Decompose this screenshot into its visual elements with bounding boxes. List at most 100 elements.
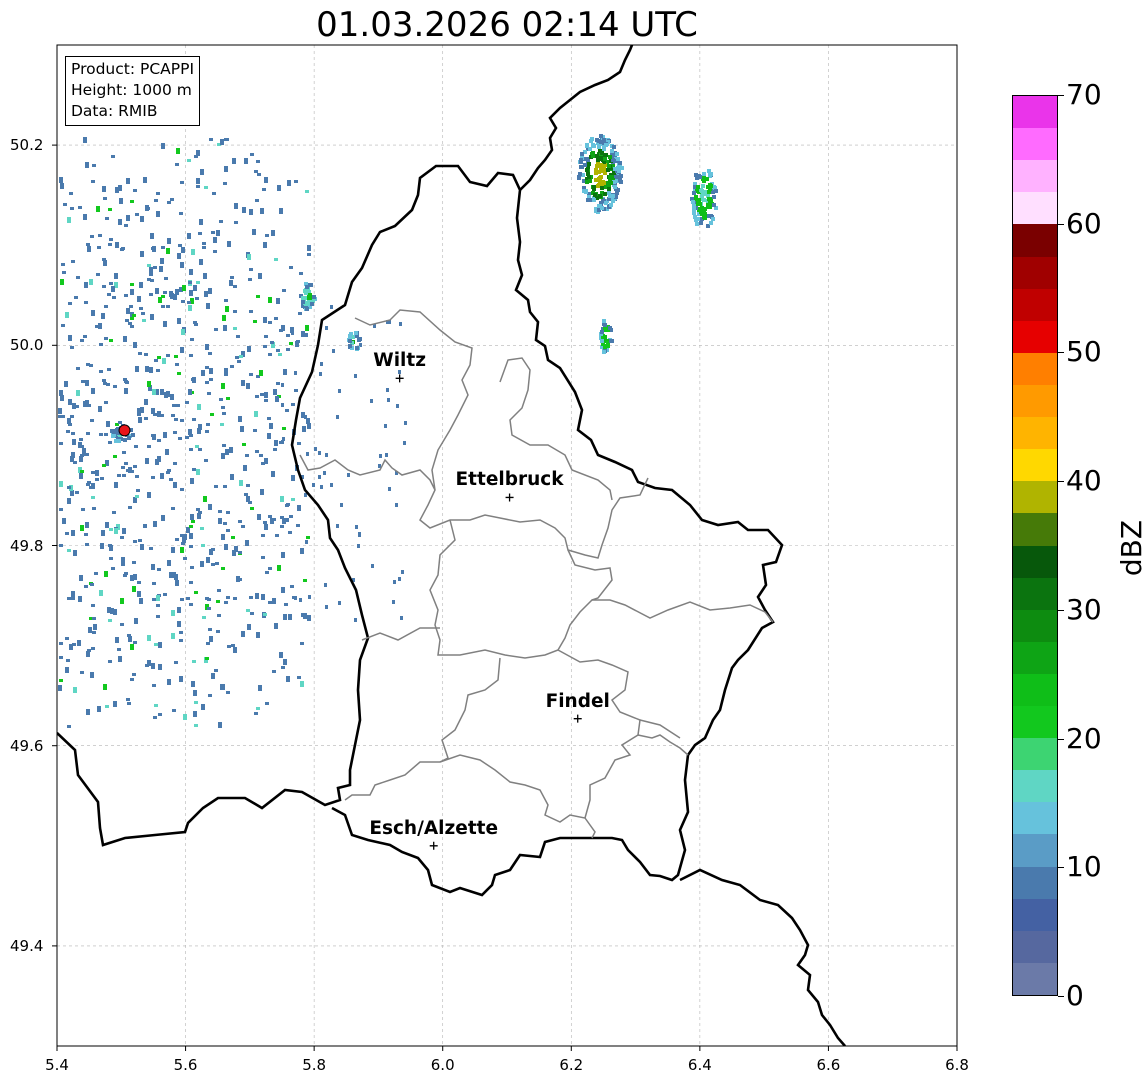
echo-cell: [272, 598, 276, 604]
echo-cell: [386, 388, 389, 392]
echo-cell: [199, 259, 203, 265]
echo-cell: [238, 578, 242, 581]
echo-cell: [286, 503, 290, 506]
echo-cell: [577, 175, 581, 179]
y-tick-label: 50.2: [10, 136, 44, 155]
echo-cell: [708, 205, 712, 209]
echo-cell: [98, 234, 102, 237]
echo-cell: [80, 470, 84, 473]
echo-cell: [84, 585, 88, 588]
echo-cell: [153, 521, 157, 527]
echo-cell: [122, 528, 126, 534]
echo-cell: [226, 596, 230, 599]
echo-cell: [126, 698, 130, 701]
echo-cell: [249, 596, 253, 599]
echo-cell: [221, 534, 225, 540]
echo-cell: [185, 401, 189, 404]
echo-cell: [64, 381, 68, 387]
echo-cell: [206, 642, 210, 645]
echo-cell: [188, 305, 192, 311]
echo-cell: [252, 229, 256, 235]
echo-cell: [70, 415, 74, 418]
echo-cell: [615, 175, 619, 179]
canton-borders: [299, 309, 774, 839]
echo-cell: [196, 185, 200, 188]
echo-cell: [203, 496, 207, 502]
echo-cell: [580, 152, 584, 156]
echo-cell: [233, 310, 237, 313]
echo-cell: [261, 462, 265, 465]
echo-cell: [287, 180, 291, 186]
colorbar-segment: [1013, 160, 1057, 192]
colorbar-segment: [1013, 802, 1057, 834]
echo-cell: [712, 203, 716, 207]
x-tick-label: 6.0: [430, 1056, 455, 1074]
echo-cell: [604, 201, 608, 205]
echo-cell: [140, 251, 144, 257]
echo-cell: [198, 232, 202, 235]
echo-cell: [384, 424, 387, 428]
echo-cell: [297, 676, 301, 679]
echo-cell: [224, 299, 228, 302]
echo-cell: [221, 383, 225, 389]
echo-cell: [68, 399, 72, 405]
echo-cell: [286, 348, 290, 351]
echo-cell: [300, 548, 304, 554]
echo-cell: [297, 442, 301, 445]
echo-cell: [318, 475, 321, 479]
echo-cell: [277, 185, 281, 191]
echo-cell: [269, 423, 273, 429]
echo-cell: [209, 378, 213, 381]
echo-cell: [92, 631, 96, 634]
y-tick-label: 50.0: [10, 336, 44, 355]
echo-cell: [107, 293, 111, 296]
echo-cell: [249, 209, 253, 215]
echo-cell: [289, 342, 293, 345]
echo-cell: [182, 285, 186, 291]
echo-cell: [180, 347, 184, 353]
echo-cell: [189, 448, 193, 451]
echo-cell: [191, 249, 195, 255]
echo-cell: [247, 346, 251, 352]
echo-cell: [308, 283, 312, 287]
echo-cell: [142, 319, 146, 322]
echo-cell: [71, 591, 75, 597]
colorbar-segment: [1013, 224, 1057, 257]
colorbar-tick-label: 50: [1066, 335, 1102, 369]
echo-cell: [66, 659, 70, 662]
echo-cell: [205, 381, 209, 384]
echo-cell: [169, 478, 173, 481]
echo-cell: [178, 244, 182, 247]
echo-cell: [158, 664, 162, 670]
y-tick-label: 49.6: [10, 736, 44, 755]
echo-cell: [68, 302, 72, 305]
echo-cell: [616, 157, 620, 161]
echo-cell: [133, 540, 137, 543]
echo-cell: [201, 704, 205, 710]
echo-cell: [348, 344, 352, 348]
echo-cell: [594, 168, 598, 172]
echo-cell: [180, 262, 184, 268]
echo-cell: [160, 389, 164, 395]
echo-cell: [85, 543, 89, 546]
echo-cell: [246, 609, 250, 612]
colorbar-segment: [1013, 321, 1057, 353]
echo-cell: [261, 594, 265, 600]
echo-cell: [250, 612, 254, 615]
colorbar-segment: [1013, 642, 1057, 674]
echo-cell: [161, 305, 165, 308]
echo-cell: [371, 564, 374, 568]
echo-cell: [72, 442, 76, 445]
echo-cell: [598, 157, 602, 161]
echo-cell: [124, 294, 128, 297]
echo-cell: [208, 288, 212, 294]
echo-cell: [83, 214, 87, 220]
echo-cell: [399, 322, 402, 326]
echo-cell: [332, 349, 335, 353]
echo-cell: [254, 712, 258, 715]
echo-cell: [154, 643, 158, 646]
echo-cell: [190, 514, 194, 520]
echo-cell: [175, 538, 179, 541]
echo-cell: [78, 442, 82, 448]
echo-cell: [240, 426, 244, 432]
